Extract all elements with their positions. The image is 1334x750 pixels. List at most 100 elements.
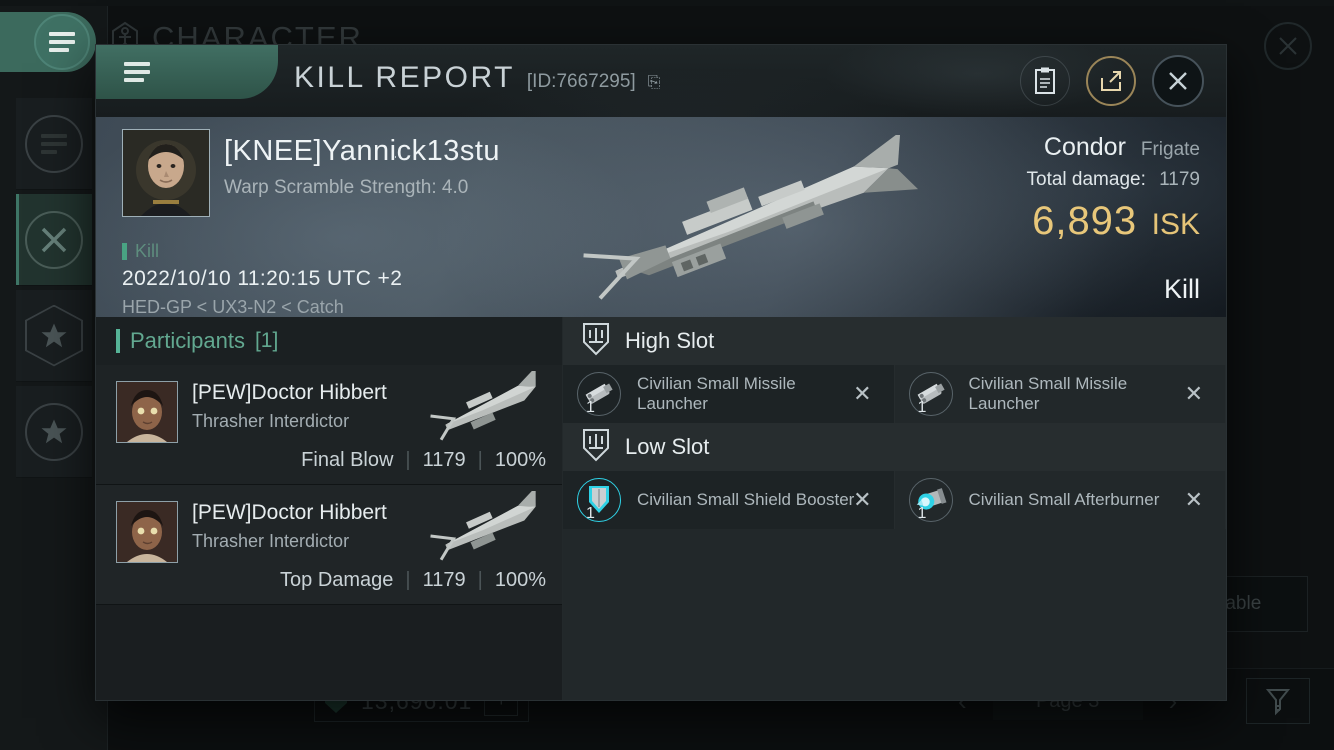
close-icon xyxy=(1279,37,1297,55)
sidebar-item-standings[interactable] xyxy=(16,290,92,382)
kill-tag-label: Kill xyxy=(135,241,160,261)
close-modal-button[interactable] xyxy=(1152,55,1204,107)
circle-star-icon xyxy=(25,402,83,461)
main-menu-button[interactable] xyxy=(0,12,96,72)
victim-portrait[interactable] xyxy=(122,129,210,217)
dialog-title: KILL REPORT [ID:7667295] ⎘ xyxy=(294,45,661,117)
shield-booster-icon: 1 xyxy=(577,478,621,522)
participant-role: Final Blow xyxy=(301,449,394,471)
list-icon xyxy=(25,114,83,173)
avatar xyxy=(116,381,178,443)
filter-button[interactable] xyxy=(1246,678,1310,724)
report-id: [ID:7667295] xyxy=(526,71,636,92)
dialog-body: Participants [1] [PEW]Doctor Hibbert Thr… xyxy=(96,317,1226,700)
clipboard-icon xyxy=(1035,67,1055,94)
external-link-icon xyxy=(1101,71,1121,91)
module-slot[interactable]: 1 Civilian Small Afterburner ✕ xyxy=(894,471,1226,529)
ship-class: Frigate xyxy=(1140,139,1200,160)
participants-accent-bar xyxy=(116,329,120,353)
afterburner-icon: 1 xyxy=(908,478,953,522)
sidebar-item-combat[interactable] xyxy=(16,194,92,286)
participant-ship: Thrasher Interdictor xyxy=(192,411,350,431)
participant-ship: Thrasher Interdictor xyxy=(192,531,350,551)
crossed-swords-icon xyxy=(25,210,83,269)
avatar xyxy=(116,501,178,563)
slot-group-title: Low Slot xyxy=(625,434,710,459)
dialog-header: KILL REPORT [ID:7667295] ⎘ xyxy=(96,45,1226,117)
slot-group-header-high: High Slot xyxy=(563,317,1226,365)
slot-group-header-low: Low Slot xyxy=(563,423,1226,471)
module-remove-button[interactable]: ✕ xyxy=(853,381,871,407)
divider: | xyxy=(477,449,483,471)
isk-value-line: 6,893 ISK xyxy=(1027,199,1200,244)
table-row[interactable]: [PEW]Doctor Hibbert Thrasher Interdictor xyxy=(96,365,562,485)
participants-panel: Participants [1] [PEW]Doctor Hibbert Thr… xyxy=(96,317,563,700)
module-remove-button[interactable]: ✕ xyxy=(853,487,871,513)
kill-tag-bar xyxy=(122,243,127,260)
total-damage-line: Total damage: 1179 xyxy=(1027,169,1201,191)
kill-location: HED-GP < UX3-N2 < Catch xyxy=(122,297,344,317)
fitting-panel: High Slot 1 Civilian Small Missile Launc… xyxy=(563,317,1226,700)
participant-damage: 1179 xyxy=(422,449,466,471)
module-slot[interactable]: 1 Civilian Small Shield Booster ✕ xyxy=(563,471,895,529)
dialog-menu-button[interactable] xyxy=(96,45,278,99)
participant-percent: 100% xyxy=(494,569,546,591)
missile-launcher-icon: 1 xyxy=(908,372,953,416)
participants-title: Participants xyxy=(130,328,245,353)
share-report-button[interactable] xyxy=(1086,56,1136,106)
slot-group-modules-high: 1 Civilian Small Missile Launcher ✕ 1 Ci… xyxy=(563,365,1226,423)
kill-timestamp: 2022/10/10 11:20:15 UTC +2 xyxy=(122,267,403,290)
module-quantity: 1 xyxy=(917,399,927,416)
kill-value-summary: Condor Frigate Total damage: 1179 6,893 … xyxy=(1027,133,1201,244)
participant-damage: 1179 xyxy=(422,569,466,591)
module-slot[interactable]: 1 Civilian Small Missile Launcher ✕ xyxy=(563,365,895,423)
slot-group-modules-low: 1 Civilian Small Shield Booster ✕ 1 Civi… xyxy=(563,471,1226,529)
module-name: Civilian Small Shield Booster xyxy=(637,490,855,509)
victim-subtitle: Warp Scramble Strength: 4.0 xyxy=(224,177,469,198)
copy-report-button[interactable] xyxy=(1020,56,1070,106)
module-name: Civilian Small Afterburner xyxy=(968,490,1160,509)
participant-role: Top Damage xyxy=(280,569,394,591)
copy-id-icon[interactable]: ⎘ xyxy=(648,74,661,92)
participant-ship-thumb xyxy=(430,366,550,443)
sidebar-item-favorites[interactable] xyxy=(16,386,92,478)
module-remove-button[interactable]: ✕ xyxy=(1185,381,1203,407)
hamburger-menu-icon xyxy=(34,14,90,70)
module-slot[interactable]: 1 Civilian Small Missile Launcher ✕ xyxy=(894,365,1226,423)
kill-report-dialog: KILL REPORT [ID:7667295] ⎘ [KNEE]Yannick… xyxy=(96,45,1226,700)
window-close-button[interactable] xyxy=(1264,22,1312,70)
victim-name: [KNEE]Yannick13stu xyxy=(224,135,501,167)
participant-name: [PEW]Doctor Hibbert xyxy=(192,381,387,404)
ship-name-line: Condor Frigate xyxy=(1027,133,1200,162)
left-sidebar xyxy=(0,6,108,750)
close-icon xyxy=(1169,72,1187,90)
hamburger-menu-icon xyxy=(124,58,150,86)
participants-header: Participants [1] xyxy=(96,317,562,365)
dialog-title-text: KILL REPORT xyxy=(294,61,515,94)
divider: | xyxy=(405,449,411,471)
funnel-filter-icon xyxy=(1265,689,1291,716)
dialog-actions xyxy=(1020,55,1204,107)
isk-unit: ISK xyxy=(1151,208,1200,241)
divider: | xyxy=(405,569,411,591)
participant-percent: 100% xyxy=(494,449,546,471)
slot-shield-icon xyxy=(581,428,611,467)
total-damage-value: 1179 xyxy=(1159,169,1200,190)
kill-tag: Kill xyxy=(122,241,159,262)
module-quantity: 1 xyxy=(917,505,927,522)
participants-count: [1] xyxy=(254,329,279,352)
participant-stats: Top Damage | 1179 | 100% xyxy=(280,569,546,592)
kill-summary-banner: [KNEE]Yannick13stu Warp Scramble Strengt… xyxy=(96,117,1226,317)
table-row[interactable]: [PEW]Doctor Hibbert Thrasher Interdictor xyxy=(96,485,562,605)
sidebar-item-menu[interactable] xyxy=(16,98,92,190)
isk-value: 6,893 xyxy=(1032,199,1138,243)
module-name: Civilian Small Missile Launcher xyxy=(968,374,1128,413)
module-quantity: 1 xyxy=(586,399,595,416)
victim-ship-render xyxy=(566,131,936,305)
total-damage-label: Total damage: xyxy=(1026,169,1146,190)
module-remove-button[interactable]: ✕ xyxy=(1185,487,1203,513)
module-name: Civilian Small Missile Launcher xyxy=(637,374,796,413)
participant-ship-thumb xyxy=(430,486,550,563)
ship-name: Condor xyxy=(1043,133,1126,161)
participant-name: [PEW]Doctor Hibbert xyxy=(192,501,387,524)
